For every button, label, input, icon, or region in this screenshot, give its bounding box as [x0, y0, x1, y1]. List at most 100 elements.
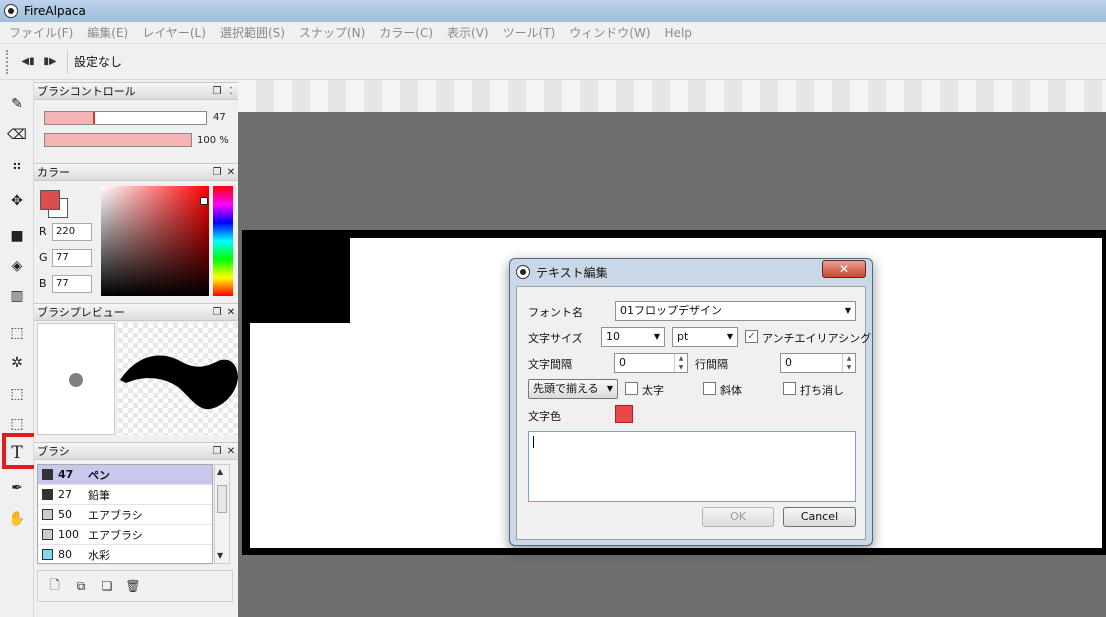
italic-checkbox[interactable] — [703, 382, 716, 395]
brush-item-airbrush-100[interactable]: 100 エアブラシ — [38, 525, 212, 545]
eraser-tool-icon[interactable]: ⌫ — [5, 123, 29, 147]
close-icon[interactable]: ✕ — [224, 307, 238, 318]
color-panel-header: カラー ❐ ✕ — [34, 163, 238, 181]
bucket-tool-icon[interactable]: ◈ — [5, 254, 29, 278]
dot-tool-icon[interactable]: ⠶ — [5, 154, 29, 178]
scroll-down-icon[interactable]: ▼ — [217, 551, 223, 560]
font-name-value: 01フロップデザイン — [620, 304, 722, 317]
green-input[interactable]: 77 — [52, 249, 92, 267]
float-icon[interactable]: ❐ — [210, 307, 224, 318]
brush-item-watercolor[interactable]: 80 水彩 — [38, 545, 212, 565]
scroll-up-icon[interactable]: ▲ — [217, 467, 223, 476]
gradient-tool-icon[interactable]: ▥ — [5, 284, 29, 308]
menu-layer[interactable]: レイヤー(L) — [135, 24, 213, 41]
close-icon[interactable]: ✕ — [224, 446, 238, 457]
menu-tool[interactable]: ツール(T) — [496, 24, 563, 41]
snap-next-icon[interactable]: ▮▶ — [39, 51, 61, 73]
dialog-close-button[interactable]: ✕ — [822, 260, 866, 278]
select-tool-icon[interactable]: ⬚ — [5, 321, 29, 345]
menu-color[interactable]: カラー(C) — [372, 24, 440, 41]
menu-window[interactable]: ウィンドウ(W) — [562, 24, 657, 41]
brush-opacity-value: 100 % — [197, 135, 229, 146]
close-icon[interactable]: ✕ — [224, 167, 238, 178]
move-tool-icon[interactable]: ✥ — [5, 189, 29, 213]
foreground-color-swatch[interactable] — [40, 190, 60, 210]
window-title: FireAlpaca — [24, 4, 86, 18]
brush-opacity-fill — [45, 134, 191, 146]
size-unit-select[interactable]: pt ▼ — [672, 327, 738, 347]
menu-view[interactable]: 表示(V) — [440, 24, 496, 41]
hue-slider[interactable] — [213, 186, 233, 296]
canvas-black-area — [250, 238, 350, 323]
font-size-select[interactable]: 10 ▼ — [601, 327, 665, 347]
brush-control-header: ブラシコントロール ❐ ⁚ — [34, 82, 238, 100]
menu-edit[interactable]: 編集(E) — [80, 24, 135, 41]
line-spacing-value: 0 — [785, 356, 792, 369]
menu-help[interactable]: Help — [658, 26, 699, 40]
toolbar-grip[interactable] — [6, 49, 9, 74]
float-icon[interactable]: ❐ — [210, 167, 224, 178]
font-name-select[interactable]: 01フロップデザイン ▼ — [615, 301, 856, 321]
spinner-icon[interactable]: ▲ ▼ — [842, 354, 855, 372]
text-color-swatch[interactable] — [615, 405, 633, 423]
text-color-label: 文字色 — [528, 410, 561, 423]
blue-input[interactable]: 77 — [52, 275, 92, 293]
line-spacing-label: 行間隔 — [695, 358, 728, 371]
brush-color-swatch — [42, 509, 53, 520]
line-spacing-input[interactable]: 0 ▲ ▼ — [780, 353, 856, 373]
panel-menu-icon[interactable]: ⁚ — [224, 86, 238, 97]
brush-item-name: 鉛筆 — [88, 488, 110, 502]
brush-item-airbrush-50[interactable]: 50 エアブラシ — [38, 505, 212, 525]
char-spacing-input[interactable]: 0 ▲ ▼ — [614, 353, 688, 373]
scroll-thumb[interactable] — [217, 485, 227, 513]
cancel-button[interactable]: Cancel — [783, 507, 856, 527]
chevron-down-icon: ▼ — [844, 306, 851, 315]
chevron-down-icon: ▼ — [726, 332, 733, 341]
new-brush-icon[interactable]: 🗋 — [44, 575, 66, 597]
selection-pen-tool-icon[interactable]: ⬚ — [5, 382, 29, 406]
brush-item-pen[interactable]: 47 ペン — [38, 465, 212, 485]
brush-size-slider[interactable] — [44, 111, 207, 125]
brush-color-swatch — [42, 549, 53, 560]
text-caret — [533, 436, 534, 448]
magic-wand-tool-icon[interactable]: ✲ — [5, 351, 29, 375]
alignment-select[interactable]: 先頭で揃える ▼ — [528, 379, 618, 399]
delete-brush-icon[interactable]: 🗑 — [122, 575, 144, 597]
saturation-value-picker[interactable] — [101, 186, 209, 296]
canvas-top-strip — [238, 80, 1106, 112]
fill-rect-tool-icon[interactable]: ■ — [5, 224, 29, 248]
title-bar: FireAlpaca — [0, 0, 1106, 22]
edit-brush-icon[interactable]: ⧉ — [70, 575, 92, 597]
italic-label: 斜体 — [720, 384, 742, 397]
eyedropper-tool-icon[interactable]: ✒ — [5, 476, 29, 500]
strikethrough-label: 打ち消し — [800, 384, 844, 397]
float-icon[interactable]: ❐ — [210, 446, 224, 457]
snap-setting-label: 設定なし — [74, 55, 123, 69]
text-input-area[interactable] — [528, 431, 856, 502]
brush-item-size: 80 — [58, 548, 72, 561]
r-label: R — [39, 225, 47, 238]
brush-item-size: 50 — [58, 508, 72, 521]
brush-opacity-slider[interactable] — [44, 133, 192, 147]
brush-list-scrollbar[interactable]: ▲ ▼ — [214, 464, 230, 564]
snap-toolbar: ◀▮ ▮▶ 設定なし — [0, 44, 1106, 80]
brush-size-handle[interactable] — [93, 112, 96, 124]
color-picker-cursor[interactable] — [200, 197, 208, 205]
duplicate-brush-icon[interactable]: ❏ — [96, 575, 118, 597]
red-input[interactable]: 220 — [52, 223, 92, 241]
menu-file[interactable]: ファイル(F) — [2, 24, 80, 41]
dialog-title-bar[interactable]: テキスト編集 — [510, 259, 872, 285]
font-size-label: 文字サイズ — [528, 332, 583, 345]
ok-button[interactable]: OK — [702, 507, 774, 527]
menu-snap[interactable]: スナップ(N) — [292, 24, 372, 41]
antialias-checkbox[interactable]: ✓ — [745, 330, 758, 343]
brush-item-pencil[interactable]: 27 鉛筆 — [38, 485, 212, 505]
strikethrough-checkbox[interactable] — [783, 382, 796, 395]
hand-tool-icon[interactable]: ✋ — [5, 507, 29, 531]
menu-selection[interactable]: 選択範囲(S) — [213, 24, 292, 41]
snap-prev-icon[interactable]: ◀▮ — [17, 51, 39, 73]
float-icon[interactable]: ❐ — [210, 86, 224, 97]
spinner-icon[interactable]: ▲ ▼ — [674, 354, 687, 372]
pen-tool-icon[interactable]: ✎ — [5, 92, 29, 116]
bold-checkbox[interactable] — [625, 382, 638, 395]
